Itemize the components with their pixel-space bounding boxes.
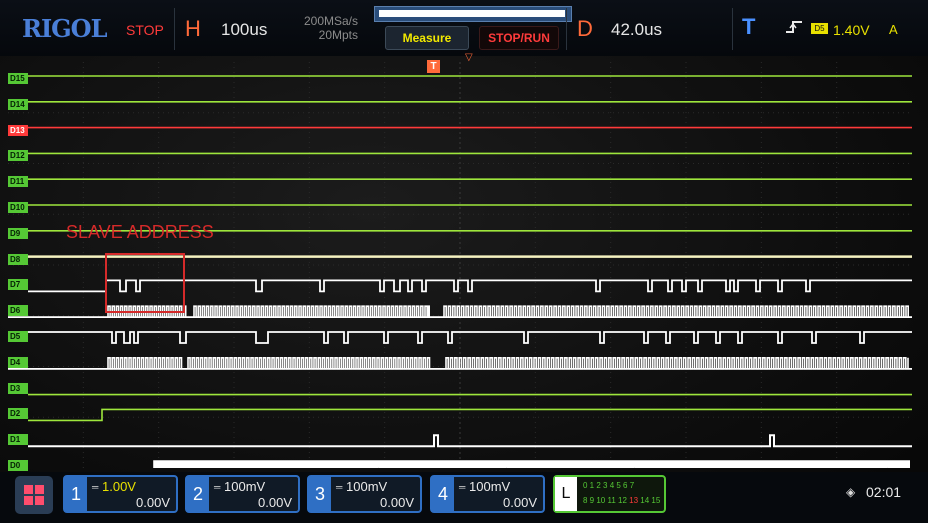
channel-label-d13[interactable]: D13 [8, 124, 28, 136]
delay-label[interactable]: D [577, 16, 593, 42]
divider [174, 8, 175, 50]
channel-label-d15[interactable]: D15 [8, 73, 28, 84]
rising-edge-icon [785, 20, 803, 38]
divider [732, 8, 733, 50]
trigger-level[interactable]: 1.40V [833, 22, 870, 38]
channel-label-d12[interactable]: D12 [8, 150, 28, 162]
trace-d1 [28, 434, 912, 448]
channel-label-d11[interactable]: D11 [8, 176, 28, 188]
slave-address-annotation: SLAVE ADDRESS [66, 222, 214, 242]
channel-number: 1 [65, 477, 87, 511]
stop-run-button[interactable]: STOP/RUN [479, 26, 559, 50]
channel-label-d7[interactable]: D7 [8, 279, 28, 291]
horizontal-timebase[interactable]: 100us [221, 20, 267, 40]
dc-coupling-icon: ═ [336, 482, 343, 492]
vertical-offset: 0.00V [503, 495, 537, 510]
brand-logo: RIGOL [22, 14, 107, 43]
trace-d0 [153, 460, 910, 468]
acquisition-info: 200MSa/s 20Mpts [292, 14, 358, 42]
dc-coupling-icon: ═ [214, 482, 221, 492]
logic-analyzer-settings[interactable]: L 0 1 2 3 4 5 6 7 8 9 10 11 12 13 14 15 [553, 475, 666, 513]
annotation-box [105, 253, 185, 313]
trace-d2 [28, 408, 912, 422]
channel-number: 2 [187, 477, 209, 511]
horizontal-delay[interactable]: 42.0us [611, 20, 662, 40]
channel-label-d1[interactable]: D1 [8, 434, 28, 446]
channel-number: 3 [309, 477, 331, 511]
la-channels-row1: 0 1 2 3 4 5 6 7 [583, 481, 635, 490]
channel-label-d2[interactable]: D2 [8, 408, 28, 420]
channel-label-d9[interactable]: D9 [8, 227, 28, 239]
vertical-scale: 100mV [469, 479, 511, 494]
divider [566, 8, 567, 50]
channel-4-settings[interactable]: 4 ═ 100mV 0.00V [430, 475, 545, 513]
la-channels-row2: 8 9 10 11 12 13 14 15 [583, 496, 661, 505]
vertical-scale: 100mV [346, 479, 388, 494]
grid-icon [24, 496, 33, 505]
vertical-offset: 0.00V [380, 495, 414, 510]
oscilloscope-screen: RIGOL STOP H 100us 200MSa/s 20Mpts Measu… [0, 0, 928, 523]
menu-button[interactable] [15, 476, 53, 514]
grid-icon [35, 485, 44, 494]
trigger-label[interactable]: T [742, 14, 755, 40]
channel-label-d5[interactable]: D5 [8, 331, 28, 342]
grid-icon [35, 496, 44, 505]
system-time: 02:01 [866, 484, 902, 500]
channel-number: 4 [432, 477, 454, 511]
channel-label-d3[interactable]: D3 [8, 382, 28, 394]
trigger-mode[interactable]: A [889, 22, 898, 37]
run-status: STOP [126, 22, 164, 38]
position-window [379, 10, 565, 17]
vertical-scale: 1.00V [102, 479, 136, 494]
channel-1-settings[interactable]: 1 ═ 1.00V 0.00V [63, 475, 178, 513]
measure-button[interactable]: Measure [385, 26, 469, 50]
channel-label-d0[interactable]: D0 [8, 460, 28, 471]
dc-coupling-icon: ═ [92, 482, 99, 492]
sample-rate: 200MSa/s [303, 14, 358, 28]
channel-2-settings[interactable]: 2 ═ 100mV 0.00V [185, 475, 300, 513]
memory-depth: 20Mpts [318, 28, 358, 42]
channel-label-d4[interactable]: D4 [8, 356, 28, 368]
channel-3-settings[interactable]: 3 ═ 100mV 0.00V [307, 475, 422, 513]
vertical-scale: 100mV [224, 479, 266, 494]
channel-label-d8[interactable]: D8 [8, 253, 28, 265]
sound-icon[interactable]: ◈ [846, 485, 855, 499]
horizontal-label[interactable]: H [185, 16, 201, 42]
grid-icon [24, 485, 33, 494]
dc-coupling-icon: ═ [459, 482, 466, 492]
trace-d5 [28, 331, 912, 344]
waveform-position-bar[interactable] [374, 6, 572, 22]
la-label: L [555, 477, 577, 511]
channel-label-d14[interactable]: D14 [8, 98, 28, 110]
trigger-source[interactable]: D5 [811, 23, 828, 34]
vertical-offset: 0.00V [258, 495, 292, 510]
vertical-offset: 0.00V [136, 495, 170, 510]
channel-label-d6[interactable]: D6 [8, 305, 28, 317]
channel-label-d10[interactable]: D10 [8, 202, 28, 213]
